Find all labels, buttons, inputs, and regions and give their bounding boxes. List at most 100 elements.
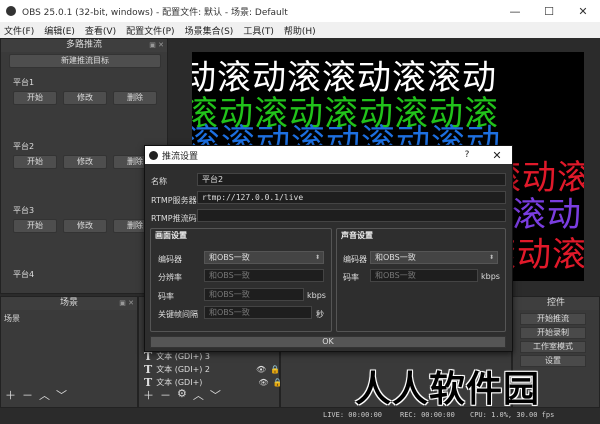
platform-1-actions: 开始 修改 删除 bbox=[13, 91, 157, 105]
name-label: 名称 bbox=[151, 177, 167, 186]
menu-view[interactable]: 查看(V) bbox=[85, 24, 116, 37]
start-streaming-button[interactable]: 开始推流 bbox=[520, 313, 586, 325]
rtmp-key-label: RTMP推流码 bbox=[151, 214, 197, 223]
menu-bar: 文件(F) 编辑(E) 查看(V) 配置文件(P) 场景集合(S) 工具(T) … bbox=[0, 22, 600, 38]
multistream-title-label: 多路推流 bbox=[65, 40, 102, 50]
video-bitrate-unit: kbps bbox=[307, 291, 326, 300]
source-item-2-label: 文本 (GDI+) 2 bbox=[156, 365, 211, 374]
dialog-title: 推流设置 bbox=[162, 151, 199, 162]
platform-2-label: 平台2 bbox=[13, 142, 35, 151]
audio-bitrate-unit: kbps bbox=[481, 272, 500, 281]
video-bitrate-field[interactable]: 和OBS一致 bbox=[204, 288, 304, 301]
source-item-2[interactable]: T 文本 (GDI+) 2 👁 🔒 bbox=[144, 363, 280, 376]
platform-1-delete-button[interactable]: 删除 bbox=[113, 91, 157, 105]
text-source-icon: T bbox=[144, 376, 153, 389]
new-target-button[interactable]: 新建推流目标 bbox=[9, 54, 161, 68]
move-up-icon[interactable]: ︿ bbox=[39, 387, 50, 403]
video-encoder-value: 和OBS一致 bbox=[209, 253, 250, 262]
audio-settings-title: 声音设置 bbox=[341, 231, 373, 240]
window-title: OBS 25.0.1 (32-bit, windows) - 配置文件: 默认 … bbox=[22, 7, 288, 18]
multistream-title: 多路推流 ▣ ✕ bbox=[1, 39, 167, 52]
platform-3-actions: 开始 修改 删除 bbox=[13, 219, 157, 233]
controls-title-label: 控件 bbox=[546, 298, 565, 308]
resolution-label: 分辨率 bbox=[158, 273, 182, 282]
studio-mode-button[interactable]: 工作室模式 bbox=[520, 341, 586, 353]
rtmp-server-field[interactable]: rtmp://127.0.0.1/live bbox=[197, 191, 506, 204]
controls-title: 控件 bbox=[513, 297, 599, 310]
dock-controls-icon[interactable]: ▣ ✕ bbox=[149, 39, 164, 52]
keyframe-label: 关键帧间隔 bbox=[158, 310, 198, 319]
add-source-icon[interactable]: ＋ bbox=[143, 387, 154, 403]
window-titlebar: OBS 25.0.1 (32-bit, windows) - 配置文件: 默认 … bbox=[0, 0, 600, 22]
add-scene-icon[interactable]: ＋ bbox=[5, 387, 16, 403]
audio-bitrate-label: 码率 bbox=[343, 273, 359, 282]
source-up-icon[interactable]: ︿ bbox=[193, 387, 204, 403]
platform-2-edit-button[interactable]: 修改 bbox=[63, 155, 107, 169]
minimize-button[interactable]: — bbox=[498, 5, 532, 18]
lock-icon[interactable]: 🔒 bbox=[270, 365, 280, 374]
audio-encoder-label: 编码器 bbox=[343, 255, 367, 264]
video-settings-title: 画面设置 bbox=[155, 231, 187, 240]
video-encoder-label: 编码器 bbox=[158, 255, 182, 264]
platform-3-start-button[interactable]: 开始 bbox=[13, 219, 57, 233]
rtmp-key-field[interactable] bbox=[197, 209, 506, 222]
remove-scene-icon[interactable]: － bbox=[22, 387, 33, 403]
obs-logo-icon bbox=[149, 150, 158, 160]
scenes-title-label: 场景 bbox=[59, 298, 78, 308]
dialog-close-button[interactable]: ✕ bbox=[482, 149, 512, 162]
audio-bitrate-field[interactable]: 和OBS一致 bbox=[370, 269, 478, 282]
source-settings-icon[interactable]: ⚙ bbox=[177, 387, 187, 403]
menu-scene-collection[interactable]: 场景集合(S) bbox=[185, 24, 234, 37]
platform-1-label: 平台1 bbox=[13, 78, 35, 87]
scenes-footer: ＋ － ︿ ﹀ bbox=[5, 387, 67, 403]
visibility-eye-icon[interactable]: 👁 bbox=[256, 365, 266, 374]
spinner-arrows-icon: ⬍ bbox=[488, 254, 494, 261]
platform-3-edit-button[interactable]: 修改 bbox=[63, 219, 107, 233]
keyframe-unit: 秒 bbox=[316, 310, 324, 319]
visibility-eye-icon[interactable]: 👁 bbox=[258, 378, 268, 387]
platform-1-edit-button[interactable]: 修改 bbox=[63, 91, 107, 105]
sources-footer: ＋ － ⚙ ︿ ﹀ bbox=[143, 387, 221, 403]
scene-list-item[interactable]: 场景 bbox=[4, 313, 20, 324]
scenes-title: 场景 ▣ ✕ bbox=[1, 297, 137, 310]
start-recording-button[interactable]: 开始录制 bbox=[520, 327, 586, 339]
watermark-text: 人人软件园 bbox=[355, 369, 541, 410]
menu-profile[interactable]: 配置文件(P) bbox=[126, 24, 174, 37]
live-timer: LIVE: 00:00:00 bbox=[323, 411, 383, 419]
help-button[interactable]: ? bbox=[452, 150, 482, 160]
source-down-icon[interactable]: ﹀ bbox=[210, 387, 221, 403]
keyframe-field[interactable]: 和OBS一致 bbox=[204, 306, 312, 319]
platform-2-actions: 开始 修改 删除 bbox=[13, 155, 157, 169]
audio-encoder-value: 和OBS一致 bbox=[375, 253, 416, 262]
platform-1-start-button[interactable]: 开始 bbox=[13, 91, 57, 105]
platform-2-start-button[interactable]: 开始 bbox=[13, 155, 57, 169]
menu-edit[interactable]: 编辑(E) bbox=[44, 24, 75, 37]
dialog-titlebar: 推流设置 ? ✕ bbox=[145, 146, 512, 164]
ok-button[interactable]: OK bbox=[150, 336, 506, 348]
maximize-button[interactable]: ☐ bbox=[532, 5, 566, 18]
menu-tools[interactable]: 工具(T) bbox=[243, 24, 274, 37]
cpu-fps: CPU: 1.0%, 30.00 fps bbox=[470, 411, 555, 419]
multistream-dock: 多路推流 ▣ ✕ 新建推流目标 平台1 开始 修改 删除 平台2 开始 修改 删… bbox=[0, 38, 168, 294]
platform-3-label: 平台3 bbox=[13, 206, 35, 215]
resolution-field[interactable]: 和OBS一致 bbox=[204, 269, 324, 282]
menu-file[interactable]: 文件(F) bbox=[4, 24, 34, 37]
menu-help[interactable]: 帮助(H) bbox=[284, 24, 316, 37]
source-item-3-label: 文本 (GDI+) bbox=[156, 378, 203, 387]
source-item-3[interactable]: T 文本 (GDI+) 👁 🔒 bbox=[144, 376, 283, 389]
scenes-dock-controls-icon[interactable]: ▣ ✕ bbox=[119, 297, 134, 310]
spinner-arrows-icon: ⬍ bbox=[314, 254, 320, 261]
platform-4-label: 平台4 bbox=[13, 270, 35, 279]
scenes-dock: 场景 ▣ ✕ 场景 ＋ － ︿ ﹀ bbox=[0, 296, 138, 408]
video-bitrate-label: 码率 bbox=[158, 292, 174, 301]
source-item-1-label: 文本 (GDI+) 3 bbox=[156, 352, 211, 361]
remove-source-icon[interactable]: － bbox=[160, 387, 171, 403]
obs-logo-icon bbox=[6, 6, 16, 16]
video-encoder-select[interactable]: 和OBS一致 ⬍ bbox=[204, 251, 324, 264]
move-down-icon[interactable]: ﹀ bbox=[56, 387, 67, 403]
audio-encoder-select[interactable]: 和OBS一致 ⬍ bbox=[370, 251, 498, 264]
close-window-button[interactable]: ✕ bbox=[566, 5, 600, 18]
name-field[interactable]: 平台2 bbox=[197, 173, 506, 186]
rtmp-server-label: RTMP服务器 bbox=[151, 196, 197, 205]
text-source-icon: T bbox=[144, 363, 153, 376]
